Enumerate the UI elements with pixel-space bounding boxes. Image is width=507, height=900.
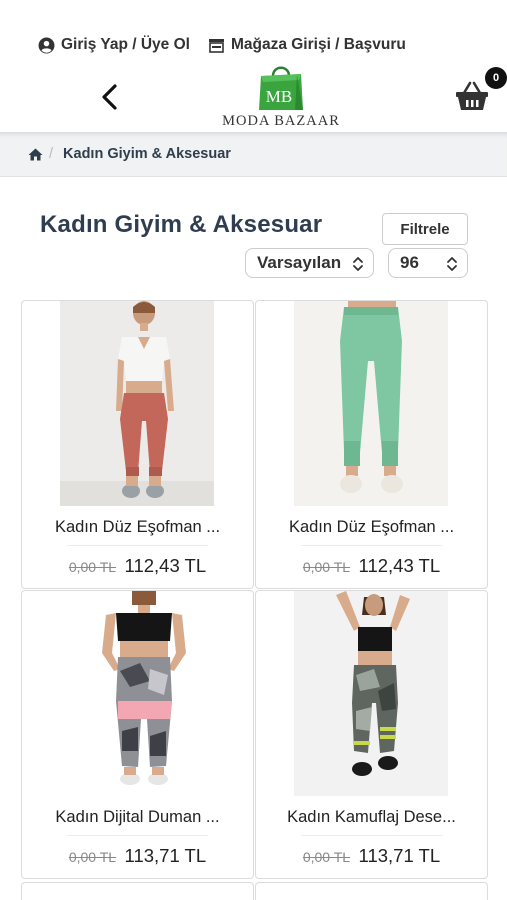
- product-photo-green-joggers: [294, 301, 448, 506]
- up-down-chevron-icon: [353, 257, 363, 271]
- product-image[interactable]: [294, 301, 448, 506]
- logo-bag-letters: MB: [266, 87, 292, 106]
- login-label: Giriş Yap / Üye Ol: [61, 36, 190, 53]
- old-price: 0,00 TL: [68, 849, 117, 865]
- product-prices: 0,00 TL 113,71 TL: [22, 845, 253, 867]
- price-divider: [301, 545, 442, 546]
- store-login-link[interactable]: Mağaza Girişi / Başvuru: [208, 36, 406, 54]
- sort-select-value: Varsayılan: [257, 253, 342, 272]
- product-image[interactable]: [294, 591, 448, 796]
- product-image[interactable]: [60, 301, 214, 506]
- product-name[interactable]: Kadın Dijital Duman ...: [22, 808, 253, 827]
- store-icon: [208, 38, 224, 53]
- page-title: Kadın Giyim & Aksesuar: [40, 211, 323, 238]
- product-name[interactable]: Kadın Düz Eşofman ...: [256, 518, 487, 537]
- old-price: 0,00 TL: [68, 559, 117, 575]
- header: MB MODA BAZAAR 0: [0, 60, 507, 132]
- product-photo-pink-joggers: [60, 301, 214, 506]
- price-divider: [67, 835, 208, 836]
- old-price: 0,00 TL: [302, 849, 351, 865]
- price-divider: [301, 835, 442, 836]
- back-button[interactable]: [98, 82, 122, 112]
- product-prices: 0,00 TL 112,43 TL: [22, 555, 253, 577]
- product-card[interactable]: Kadın Düz Eşofman ... 0,00 TL 112,43 TL: [21, 300, 254, 589]
- product-card[interactable]: Kadın Dijital Duman ... 0,00 TL 113,71 T…: [21, 590, 254, 879]
- basket-icon: [456, 81, 488, 110]
- up-down-chevron-icon: [447, 257, 457, 271]
- product-photo-smoke-leggings: [60, 591, 214, 796]
- product-card[interactable]: Kadın Düz Eşofman ... 0,00 TL 112,43 TL: [255, 300, 488, 589]
- product-card-partial[interactable]: [21, 882, 254, 900]
- home-link[interactable]: [28, 148, 43, 161]
- price: 112,43 TL: [124, 555, 207, 576]
- product-photo-camo-leggings: [294, 591, 448, 796]
- breadcrumb-separator: /: [49, 146, 54, 162]
- login-link[interactable]: Giriş Yap / Üye Ol: [38, 36, 190, 54]
- price: 112,43 TL: [358, 555, 441, 576]
- shopping-bag-logo-icon: MB: [259, 66, 303, 110]
- product-name[interactable]: Kadın Düz Eşofman ...: [22, 518, 253, 537]
- product-prices: 0,00 TL 113,71 TL: [256, 845, 487, 867]
- logo-text: MODA BAZAAR: [222, 113, 340, 129]
- home-icon: [28, 148, 43, 160]
- sort-select[interactable]: Varsayılan: [245, 248, 374, 278]
- top-bar: Giriş Yap / Üye Ol Mağaza Girişi / Başvu…: [38, 34, 507, 56]
- logo[interactable]: MB MODA BAZAAR: [216, 62, 346, 132]
- per-page-select[interactable]: 96: [388, 248, 468, 278]
- cart-count-badge: 0: [485, 67, 507, 89]
- product-card-partial[interactable]: [255, 882, 488, 900]
- store-login-label: Mağaza Girişi / Başvuru: [230, 36, 406, 53]
- breadcrumb-current[interactable]: Kadın Giyim & Aksesuar: [63, 146, 231, 162]
- chevron-left-icon: [102, 84, 117, 110]
- user-circle-icon: [38, 37, 55, 53]
- product-name[interactable]: Kadın Kamuflaj Dese...: [256, 808, 487, 827]
- product-prices: 0,00 TL 112,43 TL: [256, 555, 487, 577]
- product-card[interactable]: Kadın Kamuflaj Dese... 0,00 TL 113,71 TL: [255, 590, 488, 879]
- price: 113,71 TL: [358, 845, 441, 866]
- breadcrumb: / Kadın Giyim & Aksesuar: [0, 132, 507, 177]
- old-price: 0,00 TL: [302, 559, 351, 575]
- per-page-select-value: 96: [400, 253, 419, 272]
- product-image[interactable]: [60, 591, 214, 796]
- cart-button[interactable]: [455, 80, 489, 112]
- price-divider: [67, 545, 208, 546]
- price: 113,71 TL: [124, 845, 207, 866]
- filter-button[interactable]: Filtrele: [382, 213, 468, 245]
